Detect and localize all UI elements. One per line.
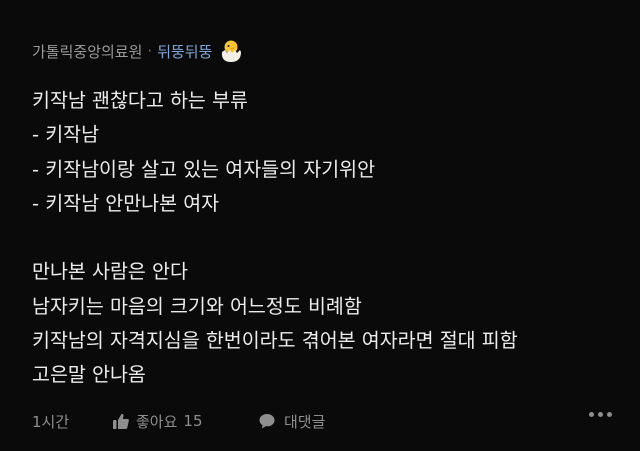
author-organization[interactable]: 가톨릭중앙의료원 bbox=[32, 41, 142, 62]
comment-line: - 키작남이랑 살고 있는 여자들의 자기위안 bbox=[32, 157, 376, 181]
hatching-chick-icon bbox=[218, 38, 244, 64]
timestamp: 1시간 bbox=[32, 412, 70, 431]
speech-bubble-icon bbox=[259, 414, 275, 429]
comment-body: 키작남 괜찮다고 하는 부류 - 키작남 - 키작남이랑 살고 있는 여자들의 … bbox=[32, 84, 622, 393]
author-name[interactable]: 뒤뚱뒤뚱 bbox=[157, 41, 212, 62]
like-count: 15 bbox=[183, 412, 203, 430]
comment-line: - 키작남 안만나본 여자 bbox=[32, 191, 220, 215]
comment-footer: 1시간 좋아요 15 대댓글 bbox=[32, 408, 612, 434]
reply-label: 대댓글 bbox=[284, 412, 326, 431]
more-dots-icon[interactable] bbox=[589, 412, 612, 417]
comment-line: 키작남 괜찮다고 하는 부류 bbox=[32, 89, 248, 112]
comment-line: 키작남의 자격지심을 한번이라도 겪어본 여자라면 절대 피함 bbox=[32, 329, 518, 353]
like-button[interactable]: 좋아요 15 bbox=[112, 411, 258, 432]
like-label: 좋아요 bbox=[136, 412, 178, 431]
comment-header: 가톨릭중앙의료원 · 뒤뚱뒤뚱 bbox=[32, 38, 244, 64]
dot bbox=[598, 412, 603, 417]
thumbs-up-icon bbox=[113, 413, 129, 429]
dot bbox=[589, 412, 594, 417]
comment-line-blank bbox=[32, 221, 622, 255]
comment-card: 가톨릭중앙의료원 · 뒤뚱뒤뚱 키작남 괜찮다고 하는 부류 - 키작남 - 키… bbox=[0, 0, 640, 451]
comment-line: - 키작남 bbox=[32, 123, 100, 147]
comment-line: 고은말 안나옴 bbox=[32, 363, 146, 387]
reply-button[interactable]: 대댓글 bbox=[258, 411, 325, 432]
dot bbox=[607, 412, 612, 417]
comment-line: 남자키는 마음의 크기와 어느정도 비례함 bbox=[32, 294, 362, 318]
comment-line: 만나본 사람은 안다 bbox=[32, 260, 188, 284]
separator-dot: · bbox=[147, 42, 153, 60]
